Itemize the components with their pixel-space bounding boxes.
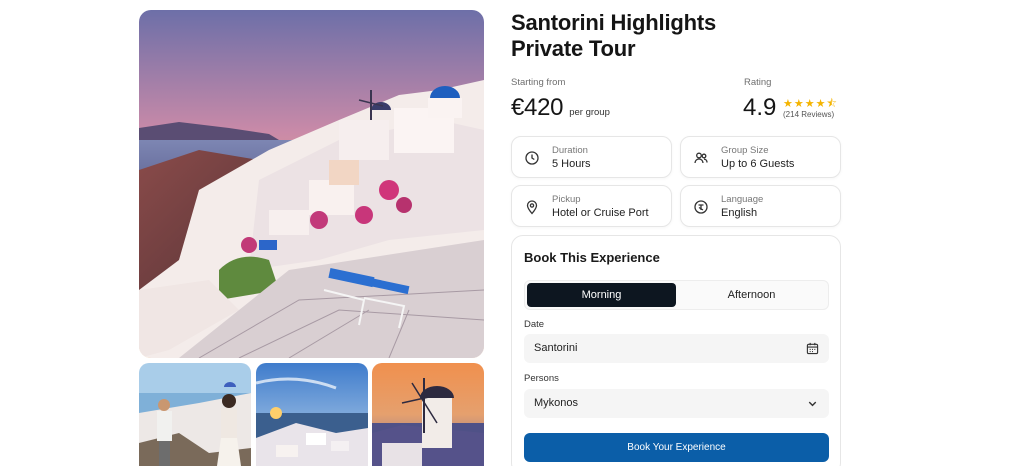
tour-title: Santorini Highlights Private Tour xyxy=(511,10,716,61)
price-amount: €420 xyxy=(511,94,564,121)
main-tour-photo[interactable] xyxy=(139,10,484,358)
date-field[interactable]: Santorini xyxy=(524,334,829,363)
language-card: Language English xyxy=(680,185,841,227)
star-icon: ★ xyxy=(783,98,794,110)
date-label: Date xyxy=(524,319,545,330)
duration-card: Duration 5 Hours xyxy=(511,136,672,178)
duration-label: Duration xyxy=(552,145,588,156)
users-icon xyxy=(694,152,708,164)
price-label: Starting from xyxy=(511,77,566,88)
price-row: €420 per group xyxy=(511,94,610,122)
persons-value: Mykonos xyxy=(534,397,579,409)
group-size-card: Group Size Up to 6 Guests xyxy=(680,136,841,178)
book-experience-button[interactable]: Book Your Experience xyxy=(524,433,829,462)
thumbnail-sunset-sea-photo[interactable] xyxy=(256,363,368,466)
persons-label: Persons xyxy=(524,373,559,384)
thumbnail-windmill-photo[interactable] xyxy=(372,363,484,466)
language-label: Language xyxy=(721,194,764,205)
star-icon: ★ xyxy=(793,98,805,110)
tab-afternoon[interactable]: Afternoon xyxy=(677,283,826,307)
pickup-label: Pickup xyxy=(552,194,581,205)
thumbnail-couple-photo[interactable] xyxy=(139,363,251,466)
pickup-card: Pickup Hotel or Cruise Port xyxy=(511,185,672,227)
clock-icon xyxy=(525,151,539,165)
duration-value: 5 Hours xyxy=(552,158,591,170)
price-unit: per group xyxy=(569,107,610,118)
time-of-day-tabs: Morning Afternoon xyxy=(524,280,829,310)
map-pin-icon xyxy=(526,200,538,215)
group-size-value: Up to 6 Guests xyxy=(721,158,795,170)
star-icon: ★ xyxy=(815,98,827,110)
rating-label: Rating xyxy=(744,77,772,88)
booking-title: Book This Experience xyxy=(524,250,660,265)
half-star-icon: ⯪ xyxy=(826,98,838,110)
language-value: English xyxy=(721,207,758,219)
chevron-down-icon[interactable] xyxy=(806,397,819,410)
rating-value: 4.9 xyxy=(743,94,777,121)
date-value: Santorini xyxy=(534,342,578,354)
calendar-icon[interactable] xyxy=(806,342,819,355)
persons-select[interactable]: Mykonos xyxy=(524,389,829,418)
booking-panel: Book This Experience Morning Afternoon D… xyxy=(511,235,841,466)
group-size-label: Group Size xyxy=(721,145,769,156)
pickup-value: Hotel or Cruise Port xyxy=(552,207,649,219)
star-icon: ★ xyxy=(804,98,816,110)
tab-morning[interactable]: Morning xyxy=(527,283,676,307)
language-icon xyxy=(694,200,708,214)
review-count: (214 Reviews) xyxy=(783,110,835,119)
